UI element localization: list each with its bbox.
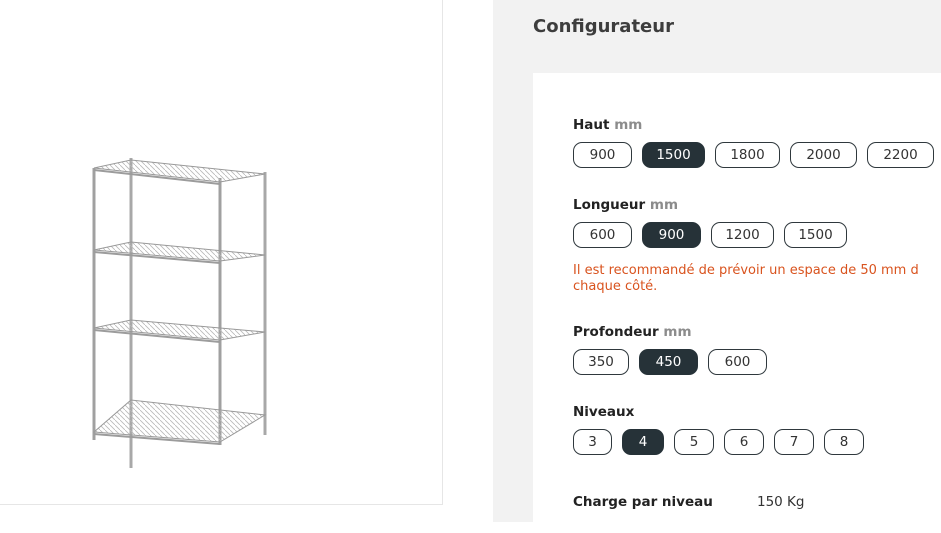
product-image-panel bbox=[0, 0, 443, 505]
length-group: Longueur mm 600 900 1200 1500 bbox=[573, 197, 857, 248]
spacing-warning: Il est recommandé de prévoir un espace d… bbox=[573, 263, 941, 295]
height-option-1500[interactable]: 1500 bbox=[642, 142, 705, 168]
height-option-2200[interactable]: 2200 bbox=[867, 142, 934, 168]
levels-group: Niveaux 3 4 5 6 7 8 bbox=[573, 404, 874, 455]
depth-label-text: Profondeur bbox=[573, 324, 659, 340]
levels-option-7[interactable]: 7 bbox=[774, 429, 814, 455]
levels-option-5[interactable]: 5 bbox=[674, 429, 714, 455]
levels-label: Niveaux bbox=[573, 404, 874, 420]
depth-unit: mm bbox=[663, 324, 692, 340]
length-option-1500[interactable]: 1500 bbox=[784, 222, 847, 248]
depth-label: Profondeur mm bbox=[573, 324, 777, 340]
length-options: 600 900 1200 1500 bbox=[573, 222, 857, 248]
levels-option-6[interactable]: 6 bbox=[724, 429, 764, 455]
depth-options: 350 450 600 bbox=[573, 349, 777, 375]
depth-option-450[interactable]: 450 bbox=[639, 349, 698, 375]
height-option-900[interactable]: 900 bbox=[573, 142, 632, 168]
charge-value: 150 Kg bbox=[757, 494, 805, 510]
depth-group: Profondeur mm 350 450 600 bbox=[573, 324, 777, 375]
depth-option-600[interactable]: 600 bbox=[708, 349, 767, 375]
configurator-card: Haut mm 900 1500 1800 2000 2200 Longueur… bbox=[533, 73, 941, 533]
levels-options: 3 4 5 6 7 8 bbox=[573, 429, 874, 455]
levels-option-3[interactable]: 3 bbox=[573, 429, 612, 455]
levels-label-text: Niveaux bbox=[573, 404, 635, 420]
height-options: 900 1500 1800 2000 2200 bbox=[573, 142, 941, 168]
length-unit: mm bbox=[649, 197, 679, 213]
length-label-text: Longueur bbox=[573, 197, 646, 213]
configurator-title: Configurateur bbox=[533, 16, 674, 37]
levels-option-4[interactable]: 4 bbox=[622, 429, 664, 455]
spacing-warning-line2: chaque côté. bbox=[573, 279, 658, 294]
depth-option-350[interactable]: 350 bbox=[573, 349, 629, 375]
levels-option-8[interactable]: 8 bbox=[824, 429, 864, 455]
length-option-600[interactable]: 600 bbox=[573, 222, 632, 248]
height-label: Haut mm bbox=[573, 117, 941, 133]
height-option-2000[interactable]: 2000 bbox=[790, 142, 857, 168]
wire-shelf-image bbox=[92, 158, 267, 468]
spacing-warning-line1: Il est recommandé de prévoir un espace d… bbox=[573, 263, 919, 278]
charge-label: Charge par niveau bbox=[573, 494, 713, 510]
height-unit: mm bbox=[614, 117, 643, 133]
length-option-900[interactable]: 900 bbox=[642, 222, 701, 248]
configurator-panel: Configurateur Haut mm 900 1500 1800 2000… bbox=[493, 0, 941, 533]
height-option-1800[interactable]: 1800 bbox=[715, 142, 780, 168]
height-label-text: Haut bbox=[573, 117, 610, 133]
length-option-1200[interactable]: 1200 bbox=[711, 222, 774, 248]
length-label: Longueur mm bbox=[573, 197, 857, 213]
height-group: Haut mm 900 1500 1800 2000 2200 bbox=[573, 117, 941, 168]
